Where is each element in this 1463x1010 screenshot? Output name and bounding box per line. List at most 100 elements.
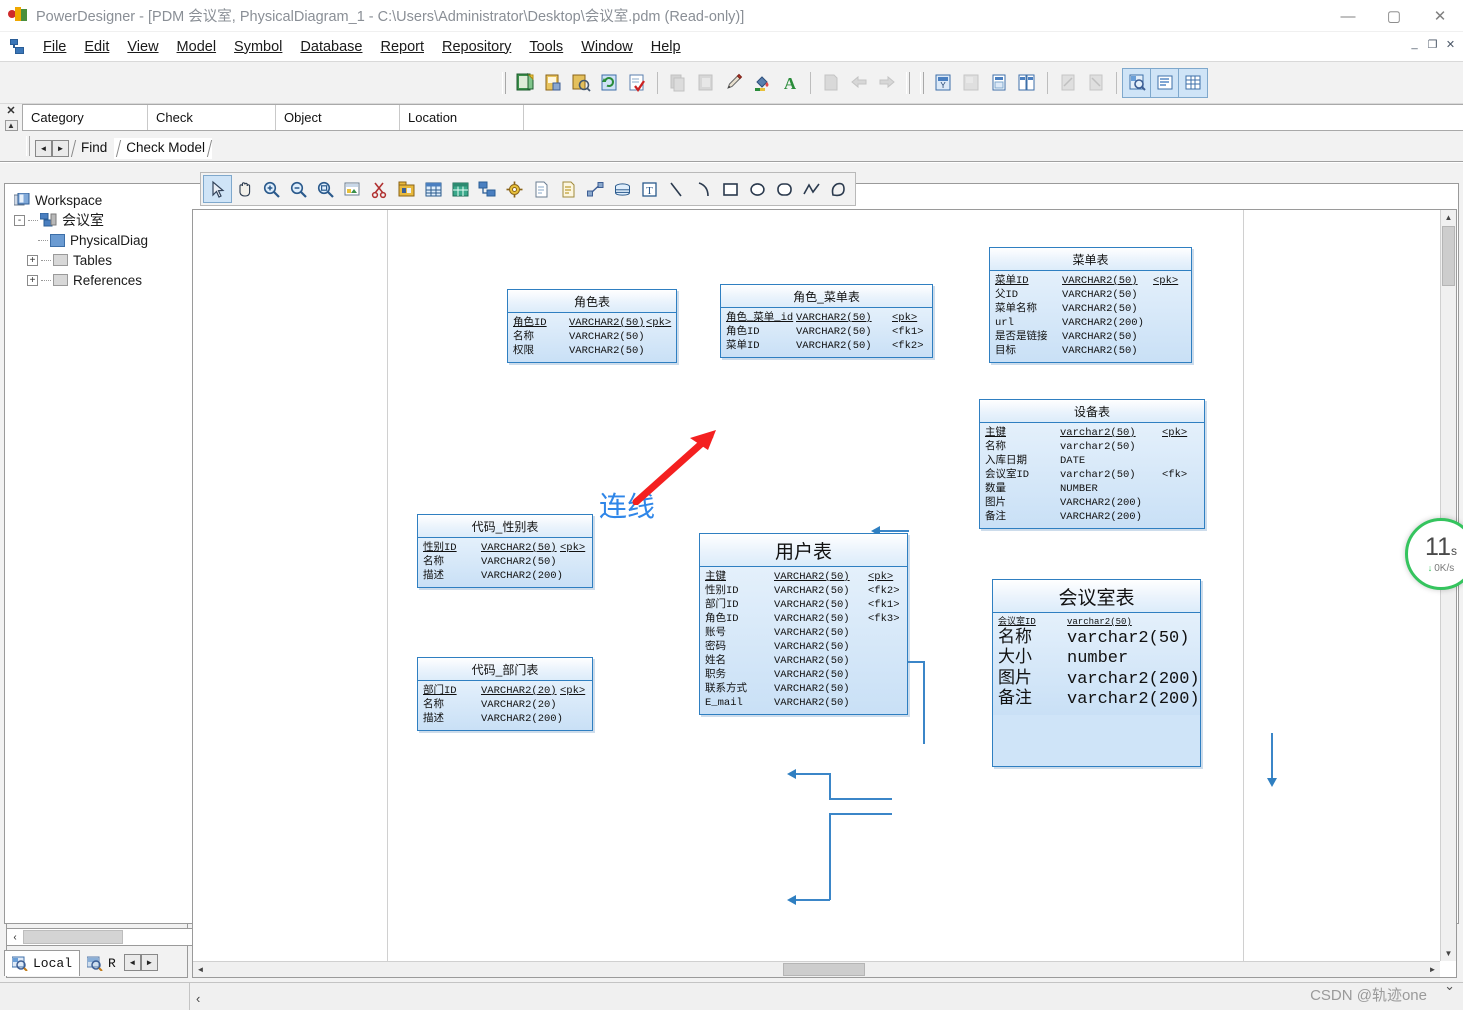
mdi-close-button[interactable]: ✕ (1442, 36, 1459, 52)
tab-local[interactable]: Local (4, 950, 81, 976)
physical-diagram-canvas[interactable]: 角色表 角色ID VARCHAR2(50) <pk> 名称 VARCHAR2(50) 权限 V… (193, 210, 1440, 961)
scrollbar-thumb[interactable] (23, 930, 123, 944)
zoom-in-tool[interactable] (258, 176, 285, 202)
ellipse-tool[interactable] (744, 176, 771, 202)
diagram-list-icon[interactable] (1013, 69, 1041, 97)
reference-user-gender-h1[interactable] (794, 773, 830, 775)
database-tool[interactable] (609, 176, 636, 202)
er-table-meetingroom[interactable]: 会议室表 会议室ID varchar2(50) 名称 varchar2(50) 大小 num… (992, 579, 1201, 767)
expander-collapse-icon[interactable]: - (14, 214, 25, 226)
reference-user-gender-h2[interactable] (829, 798, 892, 800)
view-tool[interactable] (447, 176, 474, 202)
menu-symbol[interactable]: Symbol (225, 36, 291, 58)
reference-user-gender-v[interactable] (829, 773, 831, 799)
open-model-icon[interactable] (539, 69, 567, 97)
previous-diagram-icon[interactable] (1054, 69, 1082, 97)
workspace-tab-prev-button[interactable]: ◄ (123, 953, 141, 971)
menu-database[interactable]: Database (291, 36, 371, 58)
menu-tools[interactable]: Tools (520, 36, 572, 58)
reference-user-dept-h1[interactable] (794, 899, 830, 901)
maximize-button[interactable]: ▢ (1371, 0, 1417, 32)
menu-help[interactable]: Help (642, 36, 690, 58)
close-button[interactable]: ✕ (1417, 0, 1463, 32)
canvas-vscroll-thumb[interactable] (1442, 226, 1455, 286)
canvas-hscroll-thumb[interactable] (783, 963, 865, 976)
polygon-tool[interactable] (825, 176, 852, 202)
refresh-model-icon[interactable] (595, 69, 623, 97)
package-tool[interactable] (393, 176, 420, 202)
workspace-tab-next-button[interactable]: ► (140, 953, 158, 971)
canvas-scroll-down-icon[interactable]: ▼ (1441, 946, 1456, 961)
browser-icon[interactable] (1122, 67, 1152, 98)
tab-next-button[interactable]: ► (52, 140, 69, 157)
er-table-role_menu[interactable]: 角色_菜单表 角色_菜单_id VARCHAR2(50) <pk> 角色ID VARCHA… (720, 284, 933, 358)
toolbar-grip-1[interactable] (502, 71, 506, 94)
toolbar-grip-3[interactable] (920, 71, 924, 94)
properties-tool[interactable] (339, 176, 366, 202)
paste-icon[interactable] (692, 69, 720, 97)
reference-user-dept-h2[interactable] (829, 813, 892, 815)
check-model-icon[interactable] (623, 69, 651, 97)
font-icon[interactable]: A (776, 69, 804, 97)
reference-rolemenu-role[interactable] (878, 530, 909, 532)
reference-user-role-v2[interactable] (923, 662, 925, 744)
next-diagram-icon[interactable] (1082, 69, 1110, 97)
reference-user-dept-v[interactable] (829, 813, 831, 900)
redo-icon[interactable] (873, 69, 901, 97)
model-options-icon[interactable] (957, 69, 985, 97)
tab-check-model[interactable]: Check Model (114, 138, 213, 159)
menu-edit[interactable]: Edit (75, 36, 118, 58)
pointer-tool[interactable] (203, 175, 232, 203)
column-header-location[interactable]: Location (400, 105, 524, 130)
procedure-tool[interactable] (501, 176, 528, 202)
menu-file[interactable]: File (34, 36, 75, 58)
menu-repository[interactable]: Repository (433, 36, 520, 58)
scroll-left-icon[interactable]: ‹ (7, 932, 23, 943)
hand-grabber-tool[interactable] (231, 176, 258, 202)
new-model-icon[interactable] (511, 69, 539, 97)
mdi-minimize-button[interactable]: _ (1406, 36, 1423, 52)
arc-tool[interactable] (690, 176, 717, 202)
tab-repository[interactable]: R (80, 950, 123, 976)
check-panel-close-icon[interactable]: ✕ (6, 106, 15, 117)
tab-prev-button[interactable]: ◄ (35, 140, 52, 157)
output-window-icon[interactable] (1150, 67, 1180, 98)
expander-expand-references-icon[interactable]: + (27, 274, 38, 286)
zoom-area-tool[interactable] (312, 176, 339, 202)
line-tool[interactable] (663, 176, 690, 202)
er-table-device[interactable]: 设备表 主键 varchar2(50) <pk> 名称 varchar2(50) 入库日期 D… (979, 399, 1205, 529)
table-tool[interactable] (420, 176, 447, 202)
polyline-tool[interactable] (798, 176, 825, 202)
reference-device-room[interactable] (1271, 733, 1273, 783)
er-table-code_dept[interactable]: 代码_部门表 部门ID VARCHAR2(20) <pk> 名称 VARCHAR2(20)… (417, 657, 593, 731)
file-tool[interactable] (528, 176, 555, 202)
link-note-tool[interactable] (582, 176, 609, 202)
text-tool[interactable]: T (636, 176, 663, 202)
new-diagram-icon[interactable] (985, 69, 1013, 97)
canvas-scroll-up-icon[interactable]: ▲ (1441, 210, 1456, 225)
note-tool[interactable] (555, 176, 582, 202)
er-table-role[interactable]: 角色表 角色ID VARCHAR2(50) <pk> 名称 VARCHAR2(50) 权限 V… (507, 289, 677, 363)
pencil-icon[interactable] (720, 69, 748, 97)
undo-icon[interactable] (845, 69, 873, 97)
check-panel-collapse-icon[interactable]: ▲ (4, 120, 18, 131)
column-header-check[interactable]: Check (148, 105, 276, 130)
check-panel-grip[interactable] (26, 136, 30, 156)
minimize-button[interactable]: — (1325, 0, 1371, 32)
er-table-code_gender[interactable]: 代码_性别表 性别ID VARCHAR2(50) <pk> 名称 VARCHAR2(50)… (417, 514, 593, 588)
rectangle-tool[interactable] (717, 176, 744, 202)
mdi-restore-button[interactable]: ❐ (1424, 36, 1441, 52)
rounded-rect-tool[interactable] (771, 176, 798, 202)
reference-link-tool[interactable] (474, 176, 501, 202)
result-list-icon[interactable] (1178, 67, 1208, 98)
copy-icon[interactable] (664, 69, 692, 97)
menu-window[interactable]: Window (572, 36, 642, 58)
er-table-user[interactable]: 用户表 主键 VARCHAR2(50) <pk> 性别ID VARCHAR2(50) <fk… (699, 533, 908, 715)
canvas-scroll-right-icon[interactable]: ► (1425, 962, 1440, 977)
expander-expand-tables-icon[interactable]: + (27, 254, 38, 266)
column-header-category[interactable]: Category (23, 105, 148, 130)
page-icon[interactable] (817, 69, 845, 97)
fill-color-icon[interactable] (748, 69, 776, 97)
menu-model[interactable]: Model (168, 36, 226, 58)
column-header-object[interactable]: Object (276, 105, 400, 130)
